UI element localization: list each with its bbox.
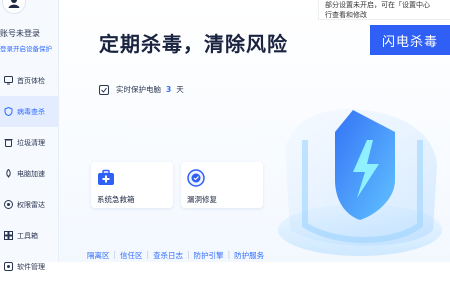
quick-scan-button[interactable]: 闪电杀毒 (370, 25, 450, 55)
tooltip-line-2: 行查看和修改 (325, 11, 367, 19)
sidebar-item-label: 工具箱 (17, 231, 38, 240)
card-label: 系统急救箱 (97, 195, 135, 204)
sidebar-item-label: 垃圾清理 (17, 138, 45, 147)
patch-repair-icon (187, 169, 205, 187)
radar-icon (4, 200, 13, 209)
footer-link-engine[interactable]: 防护引擎 (194, 250, 224, 261)
vulnerability-fix-card[interactable]: 漏洞修复 (181, 162, 263, 208)
sidebar-item-checkup[interactable]: 首页体检 (0, 65, 58, 96)
settings-tooltip: 部分设置未开启，可在「设置中心 行查看和修改 (318, 0, 450, 20)
shield-check-icon (99, 84, 109, 95)
avatar[interactable] (2, 0, 26, 14)
protection-days: 3 (166, 85, 172, 94)
tool-cards: 系统急救箱 漏洞修复 (91, 162, 263, 208)
shield-illustration-icon (278, 109, 442, 256)
sidebar-item-label: 电脑加速 (17, 169, 45, 178)
sidebar-item-label: 病毒查杀 (17, 107, 45, 116)
page-title: 定期杀毒，清除风险 (99, 32, 288, 56)
monitor-icon (4, 76, 13, 85)
first-aid-card[interactable]: 系统急救箱 (91, 162, 173, 208)
sidebar-item-label: 首页体检 (17, 76, 45, 85)
footer-link-trusted[interactable]: 信任区 (120, 250, 143, 261)
rocket-icon (4, 169, 13, 178)
tooltip-line-1: 部分设置未开启，可在「设置中心 (325, 1, 430, 9)
shield-icon (4, 107, 13, 116)
card-label: 漏洞修复 (187, 195, 217, 204)
sidebar-item-cleanup[interactable]: 垃圾清理 (0, 127, 58, 158)
sidebar-item-permission-radar[interactable]: 权限雷达 (0, 189, 58, 220)
sidebar-nav: 首页体检 病毒查杀 垃圾清理 电脑加速 权限雷达 工具箱 软件管理 (0, 65, 58, 282)
first-aid-kit-icon (98, 169, 114, 185)
divider: | (113, 250, 117, 259)
sidebar-item-virus-scan[interactable]: 病毒查杀 (0, 96, 58, 127)
footer-links: 隔离区 | 信任区 | 查杀日志 | 防护引擎 | 防护服务 (87, 250, 264, 261)
sidebar-item-speedup[interactable]: 电脑加速 (0, 158, 58, 189)
footer-link-service[interactable]: 防护服务 (234, 250, 264, 261)
sidebar-item-software[interactable]: 软件管理 (0, 251, 58, 282)
protection-unit: 天 (176, 85, 184, 94)
user-icon (8, 0, 20, 8)
divider: | (187, 250, 190, 259)
divider: | (146, 250, 150, 259)
divider: | (227, 250, 231, 259)
sidebar-item-label: 权限雷达 (17, 200, 45, 209)
trash-icon (4, 138, 13, 147)
toolbox-icon (4, 231, 13, 240)
sidebar-item-label: 软件管理 (17, 262, 45, 271)
apps-icon (4, 262, 13, 271)
main-panel: 部分设置未开启，可在「设置中心 行查看和修改 定期杀毒，清除风险 闪电杀毒 实时… (59, 0, 450, 262)
sidebar-item-toolbox[interactable]: 工具箱 (0, 220, 58, 251)
login-link[interactable]: 登录开启设备保护 (0, 43, 52, 53)
account-title[interactable]: 账号未登录 (0, 28, 40, 39)
protection-label: 实时保护电脑 (116, 85, 161, 94)
protection-status: 实时保护电脑 3 天 (99, 84, 184, 95)
footer-link-quarantine[interactable]: 隔离区 (87, 250, 110, 261)
sidebar: 账号未登录 登录开启设备保护 首页体检 病毒查杀 垃圾清理 电脑加速 权限雷达 … (0, 0, 59, 271)
footer-link-scan-log[interactable]: 查杀日志 (153, 250, 183, 261)
